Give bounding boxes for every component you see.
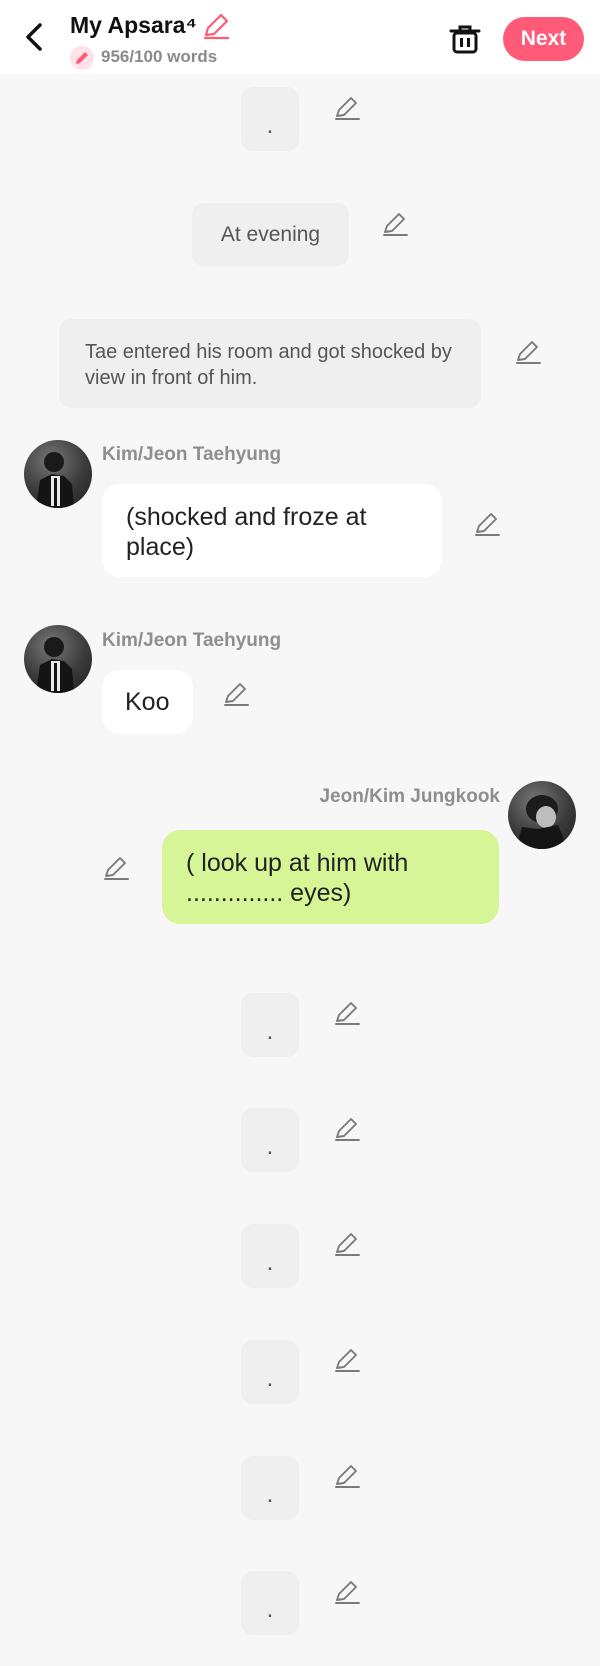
narration-bubble[interactable]: . <box>241 1456 299 1520</box>
word-count-badge-icon <box>70 46 94 70</box>
edit-pencil-icon[interactable] <box>333 1230 361 1258</box>
speaker-name: Jeon/Kim Jungkook <box>319 786 500 807</box>
edit-pencil-icon[interactable] <box>102 854 130 882</box>
edit-pencil-icon[interactable] <box>333 1115 361 1143</box>
trash-icon[interactable] <box>448 22 482 56</box>
back-chevron-icon[interactable] <box>20 20 50 54</box>
top-bar: My Apsara⁴ 956/100 words Next <box>0 0 600 74</box>
edit-pencil-icon[interactable] <box>333 1462 361 1490</box>
narration-bubble[interactable]: . <box>241 1224 299 1288</box>
edit-pencil-icon[interactable] <box>473 510 501 538</box>
narration-bubble[interactable]: . <box>241 1340 299 1404</box>
edit-pencil-icon[interactable] <box>381 210 409 238</box>
edit-title-pencil-icon[interactable] <box>201 11 231 41</box>
speaker-avatar[interactable] <box>24 440 92 508</box>
edit-pencil-icon[interactable] <box>333 999 361 1027</box>
narration-bubble[interactable]: At evening <box>192 203 349 266</box>
edit-pencil-icon[interactable] <box>222 680 250 708</box>
dialogue-bubble[interactable]: Koo <box>102 670 193 734</box>
speaker-name: Kim/Jeon Taehyung <box>102 630 282 651</box>
edit-pencil-icon[interactable] <box>514 338 542 366</box>
edit-pencil-icon[interactable] <box>333 94 361 122</box>
edit-pencil-icon[interactable] <box>333 1346 361 1374</box>
speaker-name: Kim/Jeon Taehyung <box>102 444 282 465</box>
narration-bubble[interactable]: . <box>241 1571 299 1635</box>
next-button[interactable]: Next <box>503 17 584 61</box>
speaker-avatar[interactable] <box>508 781 576 849</box>
narration-bubble[interactable]: . <box>241 993 299 1057</box>
story-title[interactable]: My Apsara⁴ <box>70 12 197 39</box>
narration-bubble[interactable]: . <box>241 87 299 151</box>
narration-bubble[interactable]: Tae entered his room and got shocked by … <box>59 319 481 408</box>
edit-pencil-icon[interactable] <box>333 1578 361 1606</box>
word-count: 956/100 words <box>101 47 218 66</box>
dialogue-bubble[interactable]: ( look up at him with .............. eye… <box>162 830 499 924</box>
dialogue-bubble[interactable]: (shocked and froze at place) <box>102 484 442 577</box>
speaker-avatar[interactable] <box>24 625 92 693</box>
narration-bubble[interactable]: . <box>241 1108 299 1172</box>
